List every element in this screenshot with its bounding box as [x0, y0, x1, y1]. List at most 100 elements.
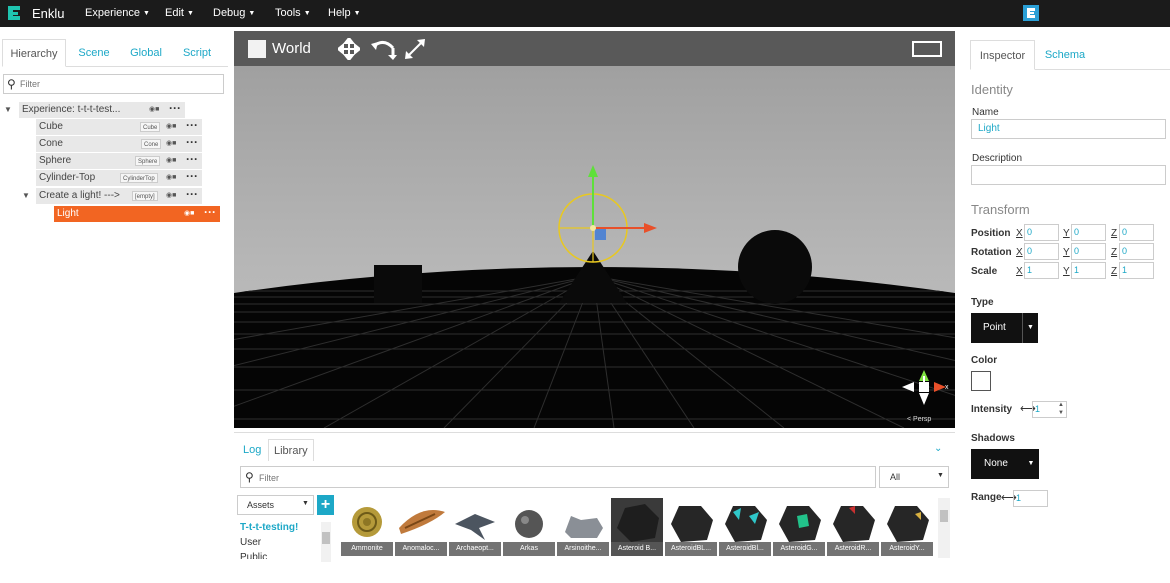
stepper-arrows-icon[interactable]: ▲ ▼ — [1058, 401, 1064, 417]
tab-library[interactable]: Library — [268, 439, 314, 461]
folder-experience[interactable]: T-t-t-testing! — [240, 522, 298, 533]
more-options-icon[interactable]: ··· — [186, 186, 198, 202]
folder-scrollbar[interactable] — [321, 522, 331, 562]
asset-thumb[interactable]: Arkas — [503, 498, 555, 556]
scale-x-field[interactable]: 1 — [1024, 262, 1059, 279]
menu-debug[interactable]: Debug ▼ — [213, 7, 255, 19]
library-filter-input[interactable] — [259, 470, 859, 485]
fullscreen-icon[interactable] — [912, 41, 942, 57]
visibility-lock-icon[interactable]: ◉■ — [166, 153, 176, 169]
tab-schema[interactable]: Schema — [1040, 40, 1090, 70]
more-options-icon[interactable]: ··· — [169, 100, 181, 116]
menu-experience[interactable]: Experience ▼ — [85, 7, 150, 19]
rotation-z-field[interactable]: 0 — [1119, 243, 1154, 260]
asset-thumb[interactable]: Asteroid B... — [611, 498, 663, 556]
position-y-label: Y — [1063, 228, 1070, 239]
asset-thumb[interactable]: AsteroidY... — [881, 498, 933, 556]
expand-triangle-icon[interactable]: ▼ — [4, 105, 12, 114]
hierarchy-filter[interactable]: ⚲ — [3, 74, 224, 94]
scale-tool-icon[interactable] — [404, 38, 426, 60]
tree-item-experience[interactable]: Experience: t-t-t-test... ◉■ ··· — [19, 100, 185, 118]
rotation-y-field[interactable]: 0 — [1071, 243, 1106, 260]
visibility-lock-icon[interactable]: ◉■ — [166, 188, 176, 204]
menu-help[interactable]: Help ▼ — [328, 7, 361, 19]
light-type-dropdown[interactable]: Point ▼ — [971, 313, 1038, 343]
menu-tools[interactable]: Tools ▼ — [275, 7, 311, 19]
scale-z-field[interactable]: 1 — [1119, 262, 1154, 279]
type-tag: Cone — [141, 139, 162, 149]
space-label[interactable]: World — [272, 40, 311, 57]
more-options-icon[interactable]: ··· — [186, 151, 198, 167]
folder-user[interactable]: User — [240, 537, 261, 548]
asset-thumb[interactable]: Anomaloc... — [395, 498, 447, 556]
top-menu-bar: Enklu Experience ▼ Edit ▼ Debug ▼ Tools ▼ He… — [0, 0, 1170, 27]
viewport-toolbar: World — [234, 31, 955, 66]
asset-thumb[interactable]: AsteroidBL... — [665, 498, 717, 556]
tree-item-cylinder-top[interactable]: Cylinder-Top CylinderTop ◉■ ··· — [36, 168, 202, 186]
tab-log[interactable]: Log — [243, 439, 261, 461]
color-swatch[interactable] — [971, 371, 991, 391]
visibility-lock-icon[interactable]: ◉■ — [149, 102, 159, 118]
tree-item-light[interactable]: Light ◉■ ··· — [54, 204, 220, 222]
more-options-icon[interactable]: ··· — [186, 168, 198, 184]
visibility-lock-icon[interactable]: ◉■ — [166, 119, 176, 135]
visibility-lock-icon[interactable]: ◉■ — [166, 136, 176, 152]
shadows-dropdown[interactable]: None ▼ — [971, 449, 1039, 479]
visibility-lock-icon[interactable]: ◉■ — [184, 206, 194, 222]
asset-thumb[interactable]: AsteroidG... — [773, 498, 825, 556]
add-asset-button[interactable]: + — [317, 495, 334, 515]
tree-item-cone[interactable]: Cone Cone ◉■ ··· — [36, 134, 202, 152]
identity-heading: Identity — [971, 82, 1013, 97]
scene-canvas[interactable]: x — [234, 31, 955, 428]
app-name[interactable]: Enklu — [32, 6, 65, 21]
rotate-tool-icon[interactable] — [371, 38, 397, 60]
library-filter[interactable]: ⚲ — [240, 466, 876, 488]
asset-thumb[interactable]: Arsinoithe... — [557, 498, 609, 556]
description-field[interactable] — [971, 165, 1166, 185]
hierarchy-filter-input[interactable] — [20, 77, 220, 91]
tree-item-cube[interactable]: Cube Cube ◉■ ··· — [36, 117, 202, 135]
sphere-object[interactable] — [738, 230, 812, 304]
tab-scene[interactable]: Scene — [72, 39, 116, 67]
asset-thumb[interactable]: AsteroidR... — [827, 498, 879, 556]
menu-edit[interactable]: Edit ▼ — [165, 7, 194, 19]
expand-triangle-icon[interactable]: ▼ — [22, 191, 30, 200]
position-x-field[interactable]: 0 — [1024, 224, 1059, 241]
tab-global[interactable]: Global — [124, 39, 168, 67]
type-filter-select[interactable]: All ▼ — [879, 466, 949, 488]
light-gizmo-icon[interactable] — [558, 165, 657, 263]
intensity-label: Intensity — [971, 404, 1013, 415]
asset-thumb[interactable]: AsteroidBl... — [719, 498, 771, 556]
cube-object[interactable] — [374, 265, 422, 303]
enklu-logo-icon[interactable] — [6, 4, 24, 22]
more-options-icon[interactable]: ··· — [186, 134, 198, 150]
name-field[interactable]: Light — [971, 119, 1166, 139]
space-toggle-checkbox[interactable] — [248, 40, 266, 58]
move-tool-icon[interactable] — [338, 38, 360, 60]
tab-inspector[interactable]: Inspector — [970, 40, 1035, 70]
more-options-icon[interactable]: ··· — [204, 204, 216, 220]
tab-script[interactable]: Script — [176, 39, 218, 67]
rotation-x-field[interactable]: 0 — [1024, 243, 1059, 260]
perspective-label[interactable]: < Persp — [907, 416, 931, 423]
visibility-lock-icon[interactable]: ◉■ — [166, 170, 176, 186]
tree-item-sphere[interactable]: Sphere Sphere ◉■ ··· — [36, 151, 202, 169]
account-icon[interactable] — [1022, 4, 1040, 22]
tree-item-create-light[interactable]: Create a light! ---> [empty] ◉■ ··· — [36, 186, 202, 204]
scene-viewport[interactable]: x < Persp World — [234, 31, 955, 428]
collapse-chevron-icon[interactable]: ⌄ — [934, 443, 942, 454]
position-y-field[interactable]: 0 — [1071, 224, 1106, 241]
asset-thumb[interactable]: Archaeopt... — [449, 498, 501, 556]
asset-scrollbar[interactable] — [938, 498, 950, 558]
intensity-field[interactable]: 1 ▲ ▼ — [1032, 401, 1067, 418]
position-z-field[interactable]: 0 — [1119, 224, 1154, 241]
tab-hierarchy[interactable]: Hierarchy — [2, 39, 66, 67]
source-select[interactable]: Assets ▼ — [237, 495, 314, 515]
chevron-down-icon: ▼ — [1022, 313, 1038, 343]
more-options-icon[interactable]: ··· — [186, 117, 198, 133]
folder-public[interactable]: Public — [240, 552, 267, 559]
asset-thumb[interactable]: Ammonite — [341, 498, 393, 556]
position-z-label: Z — [1111, 228, 1118, 239]
scale-y-field[interactable]: 1 — [1071, 262, 1106, 279]
range-field[interactable]: 1 — [1013, 490, 1048, 507]
